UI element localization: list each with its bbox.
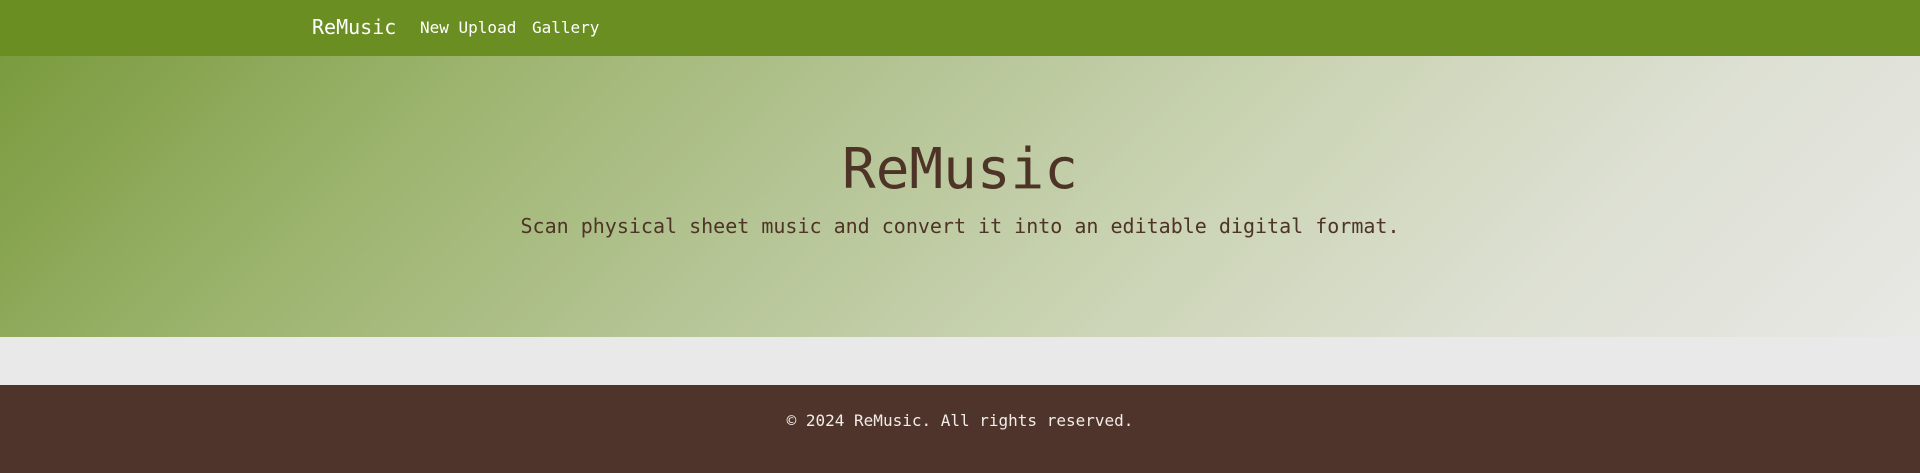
main-content [0,337,1920,385]
nav-new-upload-link[interactable]: New Upload [420,18,516,38]
hero-subtitle: Scan physical sheet music and convert it… [520,214,1400,238]
brand-link[interactable]: ReMusic [312,15,396,39]
page-footer: © 2024 ReMusic. All rights reserved. [0,385,1920,473]
hero-title: ReMusic [841,137,1078,202]
top-navbar: ReMusic New Upload Gallery [0,0,1920,56]
footer-copyright: © 2024 ReMusic. All rights reserved. [786,411,1134,430]
hero-section: ReMusic Scan physical sheet music and co… [0,56,1920,337]
nav-gallery-link[interactable]: Gallery [532,18,599,38]
